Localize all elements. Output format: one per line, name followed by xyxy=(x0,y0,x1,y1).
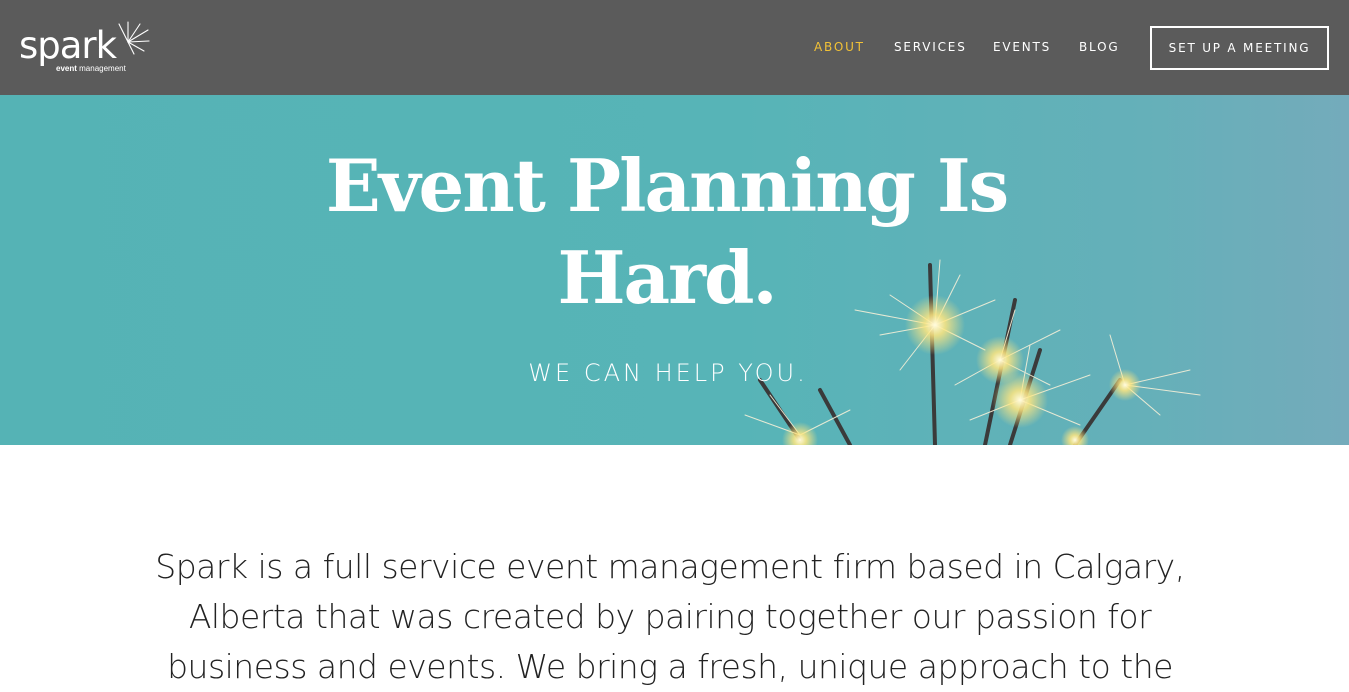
logo-tagline-bold: event xyxy=(56,64,77,73)
nav-blog[interactable]: BLOG xyxy=(1079,38,1119,56)
hero-banner: Event Planning Is Hard. WE CAN HELP YOU. xyxy=(0,95,1349,445)
hero-title: Event Planning Is Hard. xyxy=(325,143,1009,320)
intro-paragraph: Spark is a full service event management… xyxy=(155,547,1185,686)
logo-tagline: event management xyxy=(56,64,126,74)
spark-logo[interactable]: spark event management xyxy=(19,20,150,76)
logo-tagline-rest: management xyxy=(76,64,126,73)
set-up-meeting-button[interactable]: SET UP A MEETING xyxy=(1150,26,1329,70)
sparkle-icon xyxy=(118,21,150,55)
nav-events[interactable]: EVENTS xyxy=(993,38,1051,56)
site-header: spark event management ABOUT SERVICES EV… xyxy=(0,0,1349,95)
hero-subtitle: WE CAN HELP YOU. xyxy=(528,359,808,387)
nav-services[interactable]: SERVICES xyxy=(894,38,967,56)
logo-wordmark: spark xyxy=(19,24,117,67)
nav-about[interactable]: ABOUT xyxy=(814,38,865,56)
